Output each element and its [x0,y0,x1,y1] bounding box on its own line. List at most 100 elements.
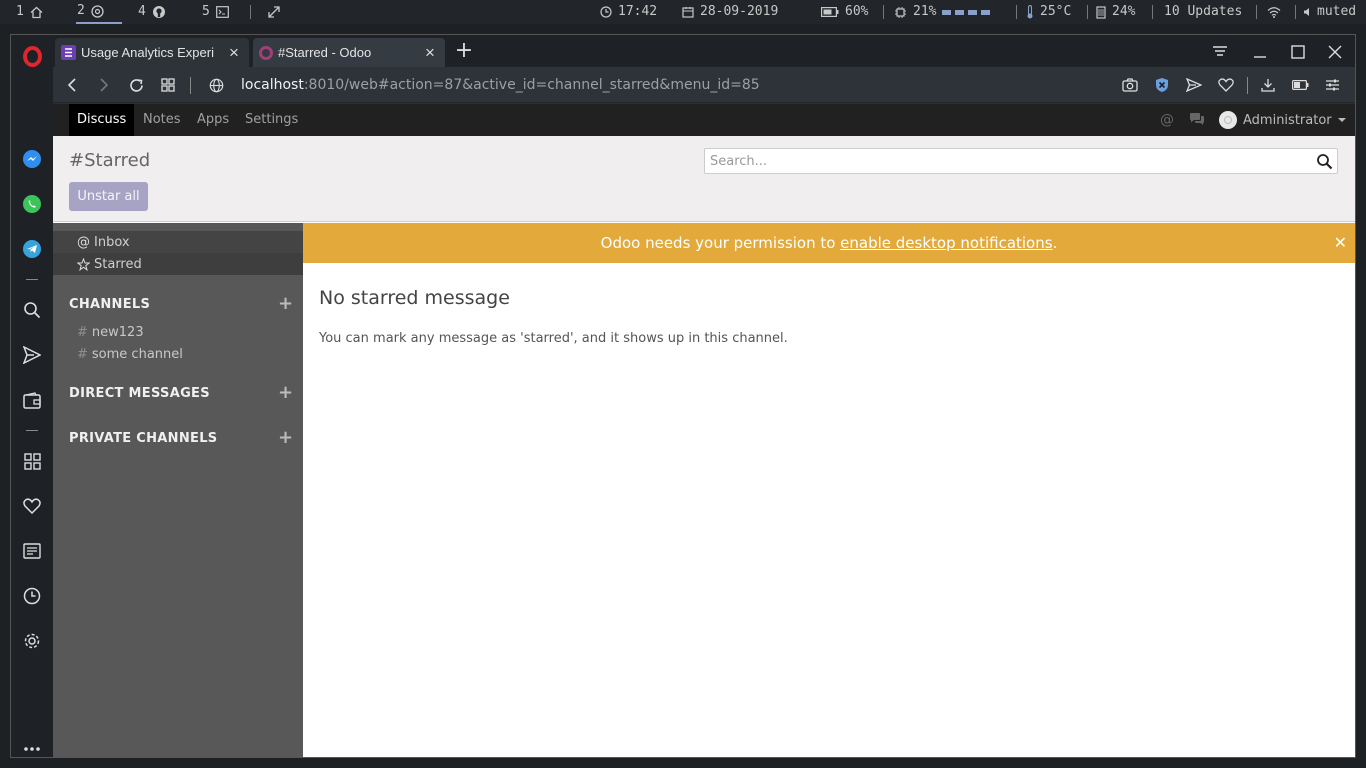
maximize-icon[interactable] [1285,39,1311,65]
empty-title: No starred message [319,287,510,309]
site-info-button[interactable] [205,74,227,96]
channel-item[interactable]: # some channel [77,347,183,362]
send-button[interactable] [1183,74,1205,96]
at-icon: @ [77,234,90,250]
notification-banner: Odoo needs your permission to enable des… [303,223,1355,263]
tab-usage-analytics[interactable]: Usage Analytics Experi × [55,38,249,67]
notification-suffix: . [1052,234,1058,252]
menu-notes[interactable]: Notes [135,104,189,136]
search-icon[interactable] [22,300,42,320]
history-icon[interactable] [22,586,42,606]
camera-icon [1122,78,1138,92]
date-text: 28-09-2019 [700,4,779,19]
odoo-app: Discuss Notes Apps Settings @ Administra… [53,104,1355,757]
workspace-number: 4 [138,4,146,19]
close-tab-icon[interactable]: × [225,43,243,63]
workspace-2[interactable]: 2 [76,0,122,24]
close-window-icon[interactable] [1322,39,1348,65]
menu-discuss[interactable]: Discuss [69,104,135,136]
memory-icon [1096,5,1106,19]
wallet-icon[interactable] [22,390,42,410]
star-icon [77,257,90,271]
workspace-5[interactable]: 5 [202,0,229,24]
channel-item[interactable]: # new123 [77,325,144,340]
odoo-top-menu: Discuss Notes Apps Settings @ Administra… [53,104,1355,136]
url-field[interactable]: localhost:8010/web#action=87&active_id=c… [241,75,760,95]
updates[interactable]: 10 Updates [1164,0,1242,24]
tab-title: Usage Analytics Experi [81,45,214,60]
easy-setup-button[interactable] [1321,74,1343,96]
opera-logo-icon[interactable] [23,46,42,67]
flow-send-icon[interactable] [22,345,42,365]
downloads-button[interactable] [1257,74,1279,96]
page-title: #Starred [69,150,151,171]
volume[interactable]: muted [1303,0,1356,24]
telegram-icon[interactable] [22,239,42,259]
user-menu[interactable]: Administrator [1219,104,1346,136]
add-direct-message-icon[interactable]: + [278,384,293,402]
at-icon[interactable]: @ [1159,112,1175,128]
enable-notifications-link[interactable]: enable desktop notifications [840,234,1052,252]
sidebar-item-inbox[interactable]: @ Inbox [53,231,303,253]
whatsapp-icon[interactable] [22,194,42,214]
add-private-channel-icon[interactable]: + [278,429,293,447]
close-tab-icon[interactable]: × [421,43,439,63]
reload-icon [129,78,143,92]
channels-header[interactable]: CHANNELS [69,297,150,312]
news-icon[interactable] [22,541,42,561]
url-path: :8010/web#action=87&active_id=channel_st… [303,77,760,93]
speed-dial-button[interactable] [157,74,179,96]
speed-dial-icon[interactable] [22,451,42,471]
globe-icon [209,78,223,92]
wifi-icon [1267,7,1281,18]
menu-apps[interactable]: Apps [189,104,237,136]
temperature-text: 25°C [1040,4,1072,19]
unstar-all-button[interactable]: Unstar all [69,182,148,211]
tab-favicon [61,45,76,60]
more-icon[interactable] [22,739,42,759]
settings-gear-icon[interactable] [22,631,42,651]
tab-starred-odoo[interactable]: #Starred - Odoo × [253,38,445,67]
github-icon [152,6,165,18]
add-channel-icon[interactable]: + [278,295,293,313]
bookmark-button[interactable] [1215,74,1237,96]
calendar-icon [682,7,694,18]
menu-settings[interactable]: Settings [237,104,306,136]
private-channels-header[interactable]: PRIVATE CHANNELS [69,431,217,446]
snapshot-button[interactable] [1119,74,1141,96]
reload-button[interactable] [125,74,147,96]
thermometer-icon [1027,5,1033,19]
speaker-icon [1304,8,1309,16]
shield-icon [1156,78,1168,92]
send-icon [1186,78,1202,92]
ad-blocker-button[interactable] [1151,74,1173,96]
search-input[interactable]: Search... [704,148,1338,174]
close-icon[interactable]: ✕ [1334,223,1347,263]
heart-icon [1218,78,1234,92]
direct-messages-header[interactable]: DIRECT MESSAGES [69,386,210,401]
wifi[interactable] [1267,0,1281,24]
workspace-4[interactable]: 4 [138,0,166,24]
back-button[interactable] [61,74,83,96]
battery-saver-button[interactable] [1289,74,1311,96]
messenger-icon[interactable] [22,149,42,169]
new-tab-button[interactable]: + [452,39,476,63]
chat-icon[interactable] [1189,112,1205,128]
tab-menu-icon[interactable] [1207,39,1233,65]
avatar [1219,111,1237,129]
chevron-down-icon [1337,118,1346,122]
minimize-icon[interactable] [1247,39,1273,65]
odoo-favicon-icon [259,45,273,60]
cpu-bars [942,9,991,15]
expand-icon[interactable] [268,0,280,24]
user-name: Administrator [1243,112,1332,128]
forward-button[interactable] [93,74,115,96]
sidebar-item-starred[interactable]: Starred [53,253,303,275]
updates-text: 10 Updates [1164,4,1243,19]
opera-sidebar [11,67,53,757]
bookmarks-heart-icon[interactable] [22,496,42,516]
clock-icon [600,6,612,18]
workspace-number: 1 [16,4,24,19]
workspace-1[interactable]: 1 [16,0,43,24]
search-icon[interactable] [1316,153,1333,170]
